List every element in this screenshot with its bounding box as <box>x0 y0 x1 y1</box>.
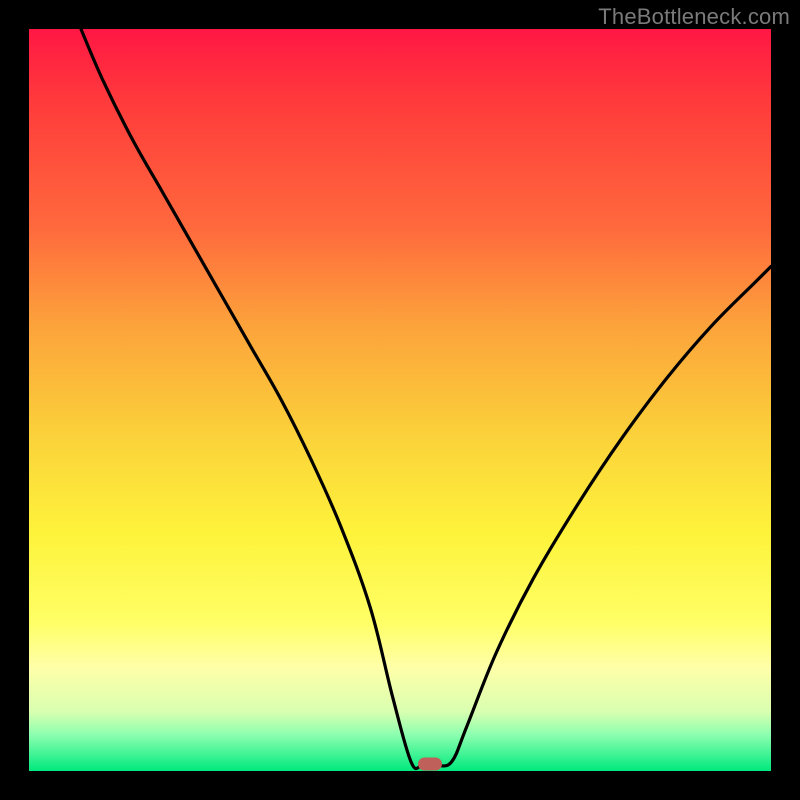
watermark-text: TheBottleneck.com <box>598 4 790 30</box>
plot-area <box>29 29 771 771</box>
chart-frame: TheBottleneck.com <box>0 0 800 800</box>
bottleneck-curve <box>29 29 771 771</box>
optimal-point-marker <box>418 758 442 771</box>
